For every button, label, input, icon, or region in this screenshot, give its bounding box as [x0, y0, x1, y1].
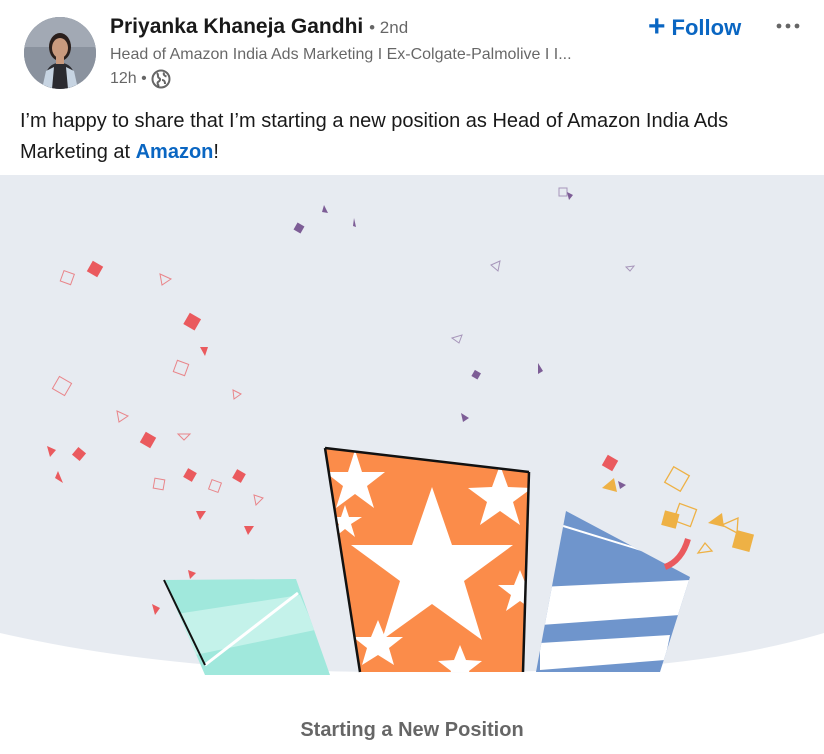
celebration-illustration — [0, 175, 824, 715]
post-text-after: ! — [213, 141, 219, 163]
avatar[interactable] — [24, 17, 96, 89]
avatar-photo — [24, 17, 96, 89]
celebration-image[interactable] — [0, 175, 824, 715]
post-commentary: I’m happy to share that I’m starting a n… — [20, 106, 810, 168]
actor-name[interactable]: Priyanka Khaneja Gandhi • 2nd — [110, 15, 408, 39]
connection-degree: • 2nd — [369, 18, 409, 37]
actor-name-text[interactable]: Priyanka Khaneja Gandhi — [110, 15, 363, 38]
globe-icon — [151, 69, 171, 89]
actor-headline: Head of Amazon India Ads Marketing I Ex-… — [110, 46, 572, 63]
post-time: 12h • — [110, 70, 147, 87]
post-header: Priyanka Khaneja Gandhi • 2nd Head of Am… — [0, 0, 824, 100]
ellipsis-icon — [776, 23, 800, 29]
company-mention-link[interactable]: Amazon — [136, 141, 214, 163]
plus-icon: + — [648, 9, 666, 43]
follow-button[interactable]: + Follow — [642, 11, 747, 45]
post-meta: 12h • — [110, 69, 171, 89]
celebration-caption: Starting a New Position — [300, 719, 524, 741]
post-text-before: I’m happy to share that I’m starting a n… — [20, 110, 729, 163]
more-options-button[interactable] — [770, 10, 806, 42]
orange-cup — [323, 446, 531, 673]
follow-label: Follow — [671, 15, 742, 40]
